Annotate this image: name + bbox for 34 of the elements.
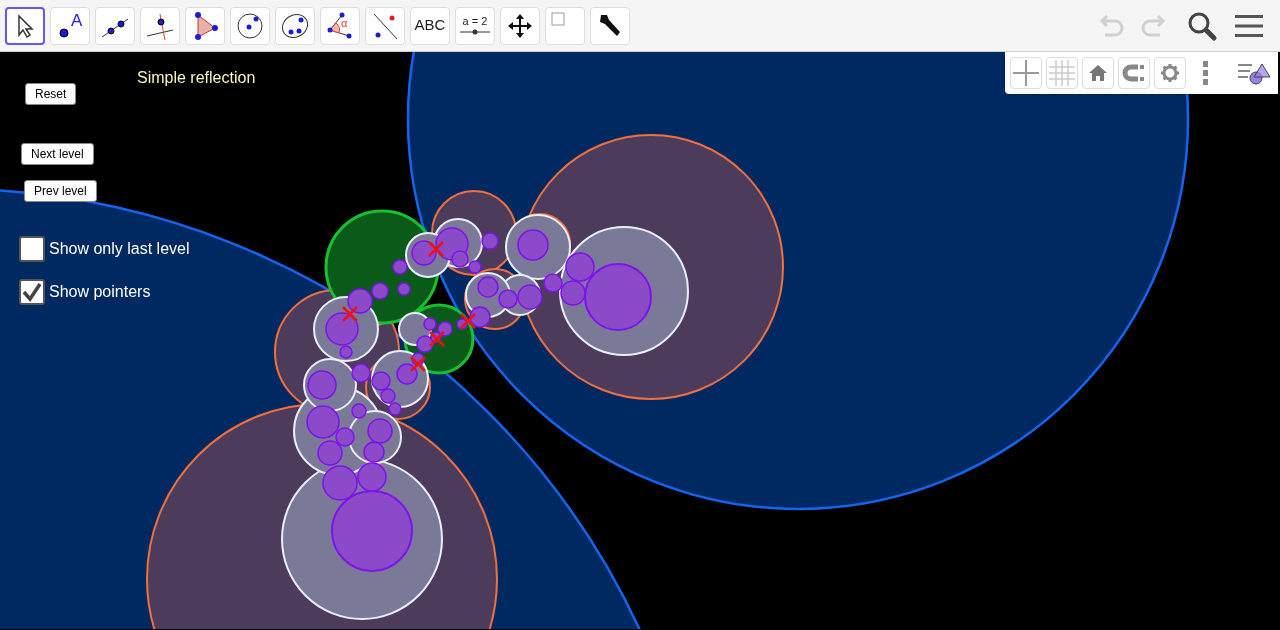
settings-button[interactable] xyxy=(1154,57,1186,89)
tool-label: ABC xyxy=(414,15,446,36)
point-icon xyxy=(59,27,69,38)
menu-icon xyxy=(1234,13,1264,38)
tool-button[interactable] xyxy=(5,6,45,45)
magnet-icon xyxy=(1122,64,1146,82)
algebra-view-icon xyxy=(1238,61,1272,85)
magnet-button[interactable] xyxy=(1118,57,1150,89)
checkbox[interactable] xyxy=(19,279,45,305)
tool-button[interactable]: a = 2 xyxy=(455,6,495,45)
grid-icon xyxy=(1049,60,1075,86)
canvas-button[interactable]: Reset xyxy=(25,83,77,105)
home-button[interactable] xyxy=(1082,57,1114,89)
settings-icon xyxy=(1160,63,1180,83)
slider-icon xyxy=(460,28,490,36)
checkmark-icon xyxy=(22,282,42,302)
canvas-button[interactable]: Next level xyxy=(21,143,94,165)
canvas-button[interactable]: Prev level xyxy=(24,180,97,202)
tool-button[interactable]: A xyxy=(50,6,90,45)
circle-icon xyxy=(235,10,265,41)
more-icon xyxy=(1203,61,1209,85)
tool-label: A xyxy=(71,10,83,31)
home-icon xyxy=(1088,64,1108,82)
tool-label: α xyxy=(341,16,348,29)
axes-button[interactable] xyxy=(1010,57,1042,89)
tool-label: a = 2 xyxy=(462,15,488,28)
canvas-title: Simple reflection xyxy=(137,68,256,88)
axes-icon xyxy=(1013,60,1039,86)
tool-button[interactable]: ABC xyxy=(410,6,450,45)
checkbox[interactable] xyxy=(19,236,45,262)
tool-button[interactable]: α xyxy=(320,6,360,45)
checkbox-tool-icon xyxy=(551,11,565,26)
checkbox-label: Show pointers xyxy=(49,282,151,302)
checkbox-label: Show only last level xyxy=(49,239,190,259)
